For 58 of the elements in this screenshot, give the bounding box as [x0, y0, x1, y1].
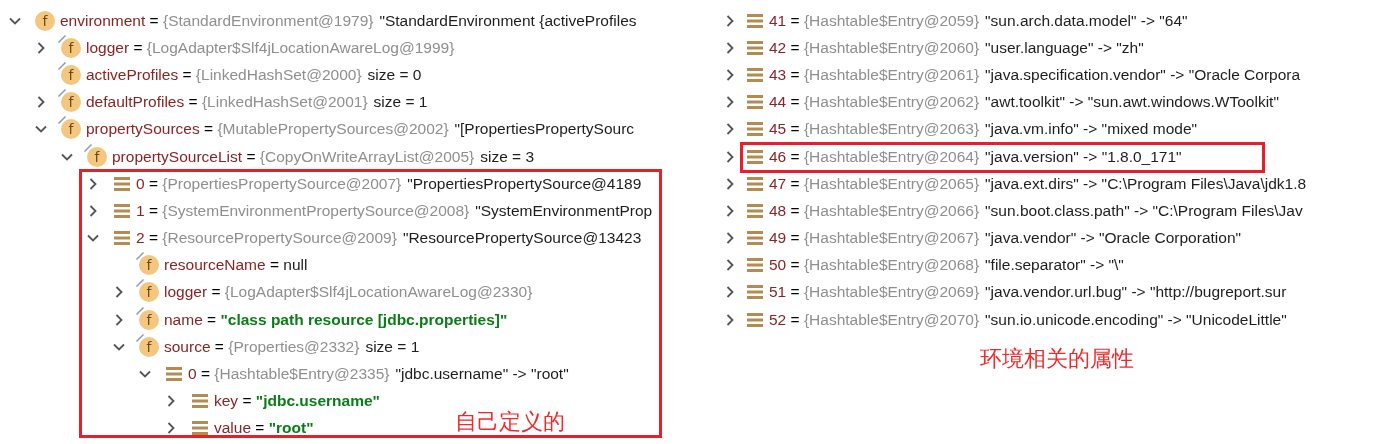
list-icon: [746, 11, 764, 30]
field-icon: f: [87, 146, 107, 167]
variable-text: 51 = {Hashtable$Entry@2069} "java.vendor.url.bug" -> "http://bugreport.sur: [769, 283, 1287, 302]
annotation-text: 环境相关的属性: [980, 346, 1134, 371]
list-icon: [746, 283, 764, 302]
field-icon: f: [139, 336, 159, 357]
field-icon: f: [61, 64, 81, 85]
list-icon: [746, 310, 764, 329]
variable-text: logger = {LogAdapter$Slf4jLocationAwareLog@2330}: [164, 283, 533, 302]
variable-text: 0 = {PropertiesPropertySource@2007} "PropertiesPropertySource@4189: [136, 174, 642, 193]
field-icon: f: [61, 37, 81, 58]
variable-text: 52 = {Hashtable$Entry@2070} "sun.io.unicode.encoding" -> "UnicodeLittle": [769, 310, 1287, 329]
variable-text: 0 = {Hashtable$Entry@2335} "jdbc.username" -> "root": [188, 365, 569, 384]
list-icon: [746, 229, 764, 248]
variable-text: name = "class path resource [jdbc.properties]": [164, 310, 508, 329]
variable-text: 47 = {Hashtable$Entry@2065} "java.ext.dirs" -> "C:\Program Files\Java\jdk1.8: [769, 174, 1307, 193]
variable-text: propertySourceList = {CopyOnWriteArrayList@2005} size = 3: [112, 147, 535, 166]
list-icon: [746, 93, 764, 112]
variable-text: source = {Properties@2332} size = 1: [164, 337, 420, 356]
list-icon: [746, 120, 764, 139]
variable-text: 1 = {SystemEnvironmentPropertySource@2008} "SystemEnvironmentProp: [136, 201, 653, 220]
variable-text: 46 = {Hashtable$Entry@2064} "java.version" -> "1.8.0_171": [769, 147, 1182, 166]
field-icon: f: [61, 92, 81, 113]
variable-text: activeProfiles = {LinkedHashSet@2000} size = 0: [86, 65, 422, 84]
variable-text: 48 = {Hashtable$Entry@2066} "sun.boot.class.path" -> "C:\Program Files\Jav: [769, 201, 1303, 220]
variable-text: propertySources = {MutablePropertySources@2002} "[PropertiesPropertySourc: [86, 120, 635, 139]
variable-text: value = "root": [214, 419, 314, 438]
list-icon: [746, 201, 764, 220]
list-icon: [191, 419, 209, 438]
list-icon: [113, 174, 131, 193]
list-icon: [746, 147, 764, 166]
list-icon: [165, 365, 183, 384]
variable-text: 43 = {Hashtable$Entry@2061} "java.specification.vendor" -> "Oracle Corpora: [769, 65, 1301, 84]
variable-text: logger = {LogAdapter$Slf4jLocationAwareLog@1999}: [86, 38, 455, 57]
variable-text: key = "jdbc.username": [214, 392, 380, 411]
field-icon: f: [61, 119, 81, 140]
list-icon: [113, 201, 131, 220]
list-icon: [746, 174, 764, 193]
field-icon: f: [139, 309, 159, 330]
field-icon: f: [35, 10, 55, 31]
list-icon: [113, 229, 131, 248]
list-icon: [746, 38, 764, 57]
variable-text: 44 = {Hashtable$Entry@2062} "awt.toolkit" -> "sun.awt.windows.WToolkit": [769, 93, 1279, 112]
field-icon: f: [139, 255, 159, 276]
list-icon: [191, 392, 209, 411]
variable-text: 42 = {Hashtable$Entry@2060} "user.language" -> "zh": [769, 38, 1144, 57]
list-icon: [746, 65, 764, 84]
variable-text: 41 = {Hashtable$Entry@2059} "sun.arch.data.model" -> "64": [769, 11, 1188, 30]
variable-text: 2 = {ResourcePropertySource@2009} "ResourcePropertySource@13423: [136, 229, 642, 248]
variable-text: resourceName = null: [164, 256, 308, 275]
field-icon: f: [139, 282, 159, 303]
variable-text: 49 = {Hashtable$Entry@2067} "java.vendor" -> "Oracle Corporation": [769, 229, 1241, 248]
annotation-text: 自己定义的: [455, 409, 565, 434]
variable-text: environment = {StandardEnvironment@1979} "StandardEnvironment {activeProfiles: [60, 11, 637, 30]
variable-text: 50 = {Hashtable$Entry@2068} "file.separator" -> "\": [769, 256, 1124, 275]
variable-text: defaultProfiles = {LinkedHashSet@2001} size = 1: [86, 93, 428, 112]
list-icon: [746, 256, 764, 275]
variable-text: 45 = {Hashtable$Entry@2063} "java.vm.info" -> "mixed mode": [769, 120, 1198, 139]
